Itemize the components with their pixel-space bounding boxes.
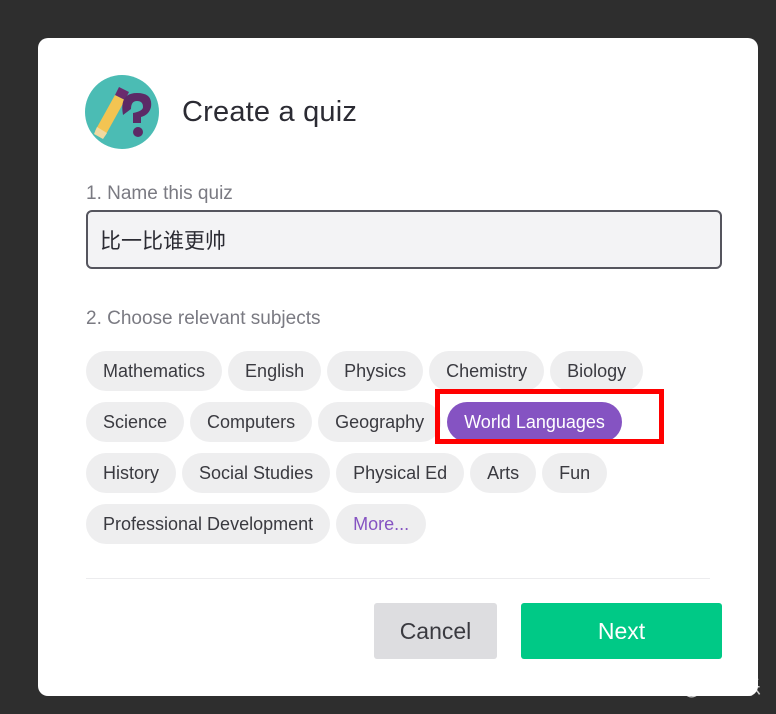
subject-chip-arts[interactable]: Arts xyxy=(470,453,537,493)
subject-chip-physics[interactable]: Physics xyxy=(327,351,424,391)
watermark-text: 知乎 @江南乐 xyxy=(634,677,762,699)
more-subjects-link[interactable]: More... xyxy=(336,504,427,544)
footer-divider xyxy=(86,578,710,579)
create-quiz-dialog: Create a quiz 1. Name this quiz 2. Choos… xyxy=(38,38,758,696)
quiz-name-input[interactable] xyxy=(86,210,722,269)
next-button[interactable]: Next xyxy=(521,603,722,659)
subject-chip-history[interactable]: History xyxy=(86,453,177,493)
subject-chip-chemistry[interactable]: Chemistry xyxy=(429,351,545,391)
subject-chip-science[interactable]: Science xyxy=(86,402,185,442)
subject-chip-biology[interactable]: Biology xyxy=(550,351,644,391)
subject-chip-list: Mathematics English Physics Chemistry Bi… xyxy=(86,351,726,555)
subject-chip-physical-ed[interactable]: Physical Ed xyxy=(336,453,465,493)
dialog-title: Create a quiz xyxy=(182,95,358,128)
subject-chip-geography[interactable]: Geography xyxy=(318,402,442,442)
subject-chip-fun[interactable]: Fun xyxy=(542,453,608,493)
dialog-header: Create a quiz xyxy=(85,75,357,149)
subject-chip-row: History Social Studies Physical Ed Arts … xyxy=(86,453,726,493)
subject-chip-row: Science Computers Geography World Langua… xyxy=(86,402,726,442)
subject-chip-row: Professional Development More... xyxy=(86,504,726,544)
cancel-button[interactable]: Cancel xyxy=(374,603,497,659)
subject-chip-english[interactable]: English xyxy=(228,351,322,391)
subject-chip-professional-development[interactable]: Professional Development xyxy=(86,504,331,544)
subject-chip-computers[interactable]: Computers xyxy=(190,402,313,442)
subject-chip-world-languages[interactable]: World Languages xyxy=(447,402,622,442)
subject-chip-row: Mathematics English Physics Chemistry Bi… xyxy=(86,351,726,391)
subject-chip-mathematics[interactable]: Mathematics xyxy=(86,351,223,391)
choose-subjects-label: 2. Choose relevant subjects xyxy=(86,308,321,329)
name-quiz-label: 1. Name this quiz xyxy=(86,183,233,204)
subject-chip-social-studies[interactable]: Social Studies xyxy=(182,453,331,493)
quiz-pencil-question-icon xyxy=(85,75,159,149)
